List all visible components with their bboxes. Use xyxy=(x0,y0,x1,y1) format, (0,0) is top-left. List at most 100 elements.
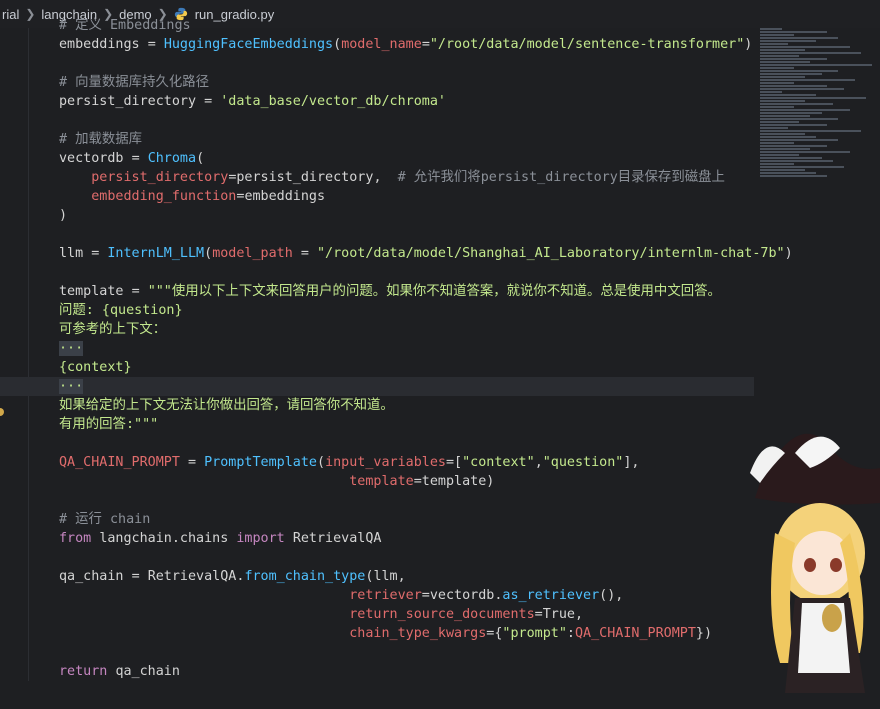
code-token: ··· xyxy=(59,379,84,394)
code-line[interactable]: # 向量数据库持久化路径 xyxy=(0,73,793,92)
code-token: = xyxy=(147,37,164,52)
code-token: """使用以下上下文来回答用户的问题。如果你不知道答案，就说你不知道。总是使用中… xyxy=(147,284,721,299)
code-line[interactable] xyxy=(0,54,793,73)
code-token: from xyxy=(59,531,100,546)
code-line[interactable]: embeddings = HuggingFaceEmbeddings(model… xyxy=(0,35,793,54)
code-line[interactable]: return qa_chain xyxy=(0,662,793,681)
code-token: ( xyxy=(333,37,342,52)
code-token: }) xyxy=(695,626,713,641)
minimap-row xyxy=(760,103,833,105)
code-line[interactable]: from langchain.chains import RetrievalQA xyxy=(0,529,793,548)
code-line[interactable]: 问题: {question} xyxy=(0,301,793,320)
code-token: ) xyxy=(59,208,68,223)
minimap-row xyxy=(760,49,805,51)
code-line[interactable]: chain_type_kwargs={"prompt":QA_CHAIN_PRO… xyxy=(0,624,793,643)
code-token: 问题: {question} xyxy=(59,303,183,318)
minimap-row xyxy=(760,58,828,60)
minimap-row xyxy=(760,40,816,42)
code-token: , xyxy=(373,170,398,185)
code-line[interactable]: ) xyxy=(0,206,793,225)
code-token: llm xyxy=(59,246,92,261)
code-line[interactable] xyxy=(0,434,793,453)
minimap-row xyxy=(760,139,839,141)
code-line[interactable]: template = """使用以下上下文来回答用户的问题。如果你不知道答案，就… xyxy=(0,282,793,301)
minimap-row xyxy=(760,124,828,126)
code-line[interactable]: {context} xyxy=(0,358,793,377)
code-token: ={ xyxy=(486,626,503,641)
code-token: from_chain_type xyxy=(244,569,366,584)
code-line[interactable]: persist_directory = 'data_base/vector_db… xyxy=(0,92,793,111)
minimap[interactable] xyxy=(760,28,872,238)
code-line[interactable]: embedding_function=embeddings xyxy=(0,187,793,206)
code-line[interactable]: persist_directory=persist_directory, # 允… xyxy=(0,168,793,187)
minimap-row xyxy=(760,76,805,78)
code-token: InternLM_LLM xyxy=(107,246,205,261)
code-line[interactable]: ··· xyxy=(0,339,793,358)
minimap-row xyxy=(760,148,811,150)
code-token: ( xyxy=(317,455,326,470)
code-token: # 允许我们将persist_directory目录保存到磁盘上 xyxy=(397,170,725,185)
code-token: vectordb xyxy=(59,151,132,166)
code-line[interactable]: vectordb = Chroma( xyxy=(0,149,793,168)
code-token: ( xyxy=(204,246,213,261)
code-token: ) xyxy=(744,37,753,52)
minimap-row xyxy=(760,145,828,147)
code-token: RetrievalQA. xyxy=(147,569,245,584)
code-line[interactable]: template=template) xyxy=(0,472,793,491)
code-token: qa_chain xyxy=(115,664,180,679)
code-line[interactable] xyxy=(0,548,793,567)
code-area[interactable]: # 定义 Embeddings embeddings = HuggingFaceE… xyxy=(0,16,793,681)
code-token: embeddings xyxy=(244,189,326,204)
code-line[interactable] xyxy=(0,643,793,662)
minimap-row xyxy=(760,97,867,99)
code-line[interactable]: # 运行 chain xyxy=(0,510,793,529)
minimap-row xyxy=(760,154,800,156)
code-token: 可参考的上下文： xyxy=(59,322,167,337)
code-token: = xyxy=(204,94,221,109)
code-token: QA_CHAIN_PROMPT xyxy=(59,455,188,470)
minimap-row xyxy=(760,142,794,144)
code-token: llm xyxy=(373,569,398,584)
code-line[interactable]: 如果给定的上下文无法让你做出回答，请回答你不知道。 xyxy=(0,396,793,415)
minimap-row xyxy=(760,67,794,69)
minimap-row xyxy=(760,100,805,102)
code-line[interactable] xyxy=(0,225,793,244)
code-line[interactable]: # 加载数据库 xyxy=(0,130,793,149)
code-line[interactable]: ··· xyxy=(0,377,754,396)
minimap-row xyxy=(760,94,816,96)
code-token: persist_directory xyxy=(59,94,205,109)
code-token: = xyxy=(300,246,317,261)
code-token: True xyxy=(542,607,575,622)
code-token: Chroma xyxy=(147,151,197,166)
code-token: template xyxy=(59,284,132,299)
code-token: input_variables xyxy=(325,455,446,470)
code-line[interactable]: retriever=vectordb.as_retriever(), xyxy=(0,586,793,605)
code-line[interactable]: return_source_documents=True, xyxy=(0,605,793,624)
code-token: = xyxy=(421,37,430,52)
code-token: = xyxy=(131,569,148,584)
minimap-row xyxy=(760,121,800,123)
code-line[interactable] xyxy=(0,263,793,282)
code-line[interactable]: qa_chain = RetrievalQA.from_chain_type(l… xyxy=(0,567,793,586)
code-token: chain_type_kwargs xyxy=(349,626,487,641)
code-token: langchain.chains xyxy=(99,531,237,546)
minimap-row xyxy=(760,28,783,30)
code-token: PromptTemplate xyxy=(204,455,317,470)
code-token: embeddings xyxy=(59,37,148,52)
minimap-row xyxy=(760,52,861,54)
code-token: template xyxy=(349,474,414,489)
code-line[interactable]: llm = InternLM_LLM(model_path = "/root/d… xyxy=(0,244,793,263)
minimap-row xyxy=(760,43,788,45)
code-line[interactable] xyxy=(0,111,793,130)
code-line[interactable]: 有用的回答:""" xyxy=(0,415,793,434)
code-token: import xyxy=(236,531,293,546)
code-line[interactable]: QA_CHAIN_PROMPT = PromptTemplate(input_v… xyxy=(0,453,793,472)
code-line[interactable] xyxy=(0,491,793,510)
code-token: : xyxy=(566,626,575,641)
code-line[interactable]: # 定义 Embeddings xyxy=(0,16,793,35)
code-token: = xyxy=(91,246,108,261)
code-line[interactable]: 可参考的上下文： xyxy=(0,320,793,339)
minimap-row xyxy=(760,118,839,120)
code-editor[interactable]: # 定义 Embeddings embeddings = HuggingFaceE… xyxy=(0,18,880,693)
